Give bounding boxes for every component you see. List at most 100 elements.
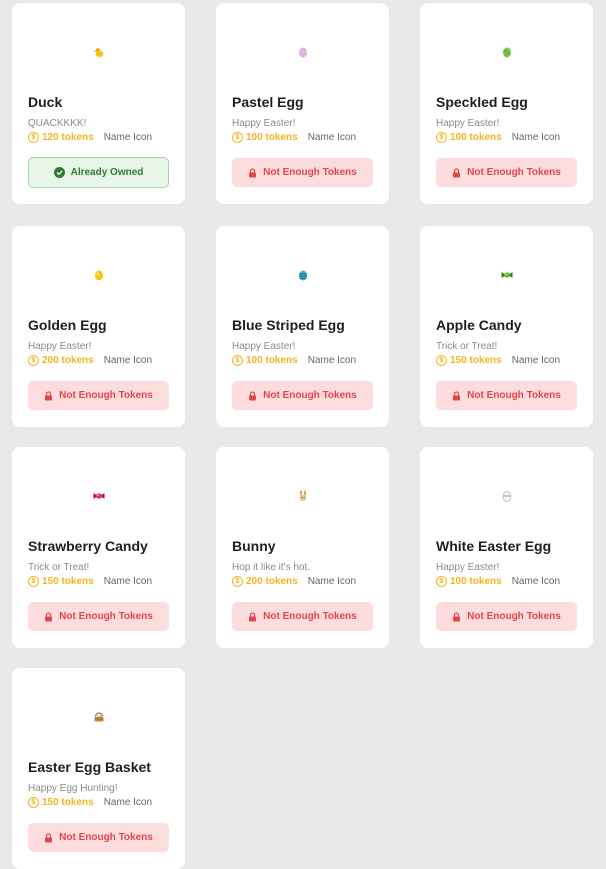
item-description: Happy Easter! <box>232 118 296 129</box>
bunny-icon <box>216 487 389 505</box>
item-meta: $ 150 tokens Name Icon <box>28 797 152 808</box>
speckled-egg-icon <box>420 43 593 61</box>
item-description: Happy Easter! <box>232 341 296 352</box>
coin-icon: $ <box>232 355 243 366</box>
item-meta: $ 150 tokens Name Icon <box>28 576 152 587</box>
item-title: Strawberry Candy <box>28 538 148 554</box>
coin-icon: $ <box>436 576 447 587</box>
not-enough-tokens-button[interactable]: Not Enough Tokens <box>436 158 577 187</box>
coin-icon: $ <box>232 132 243 143</box>
item-title: Golden Egg <box>28 317 107 333</box>
item-title: Blue Striped Egg <box>232 317 345 333</box>
coin-icon: $ <box>232 576 243 587</box>
lock-icon <box>453 611 461 621</box>
store-item-card: Golden Egg Happy Easter! $ 200 tokens Na… <box>12 226 185 427</box>
item-description: Trick or Treat! <box>436 341 498 352</box>
item-meta: $ 150 tokens Name Icon <box>436 355 560 366</box>
not-enough-tokens-button[interactable]: Not Enough Tokens <box>28 823 169 852</box>
item-title: White Easter Egg <box>436 538 552 554</box>
item-type-label: Name Icon <box>103 576 153 587</box>
item-price: 100 tokens <box>246 132 298 143</box>
coin-icon: $ <box>436 132 447 143</box>
coin-icon: $ <box>28 576 39 587</box>
not-enough-tokens-button[interactable]: Not Enough Tokens <box>232 602 373 631</box>
item-title: Apple Candy <box>436 317 522 333</box>
item-title: Duck <box>28 94 63 110</box>
lock-icon <box>249 390 257 400</box>
item-description: Trick or Treat! <box>28 562 90 573</box>
item-description: Happy Easter! <box>28 341 92 352</box>
golden-egg-icon <box>12 266 185 284</box>
item-price: 200 tokens <box>246 576 298 587</box>
item-meta: $ 120 tokens Name Icon <box>28 132 152 143</box>
item-type-label: Name Icon <box>511 576 561 587</box>
item-title: Speckled Egg <box>436 94 528 110</box>
duck-icon <box>12 43 185 61</box>
store-item-card: Apple Candy Trick or Treat! $ 150 tokens… <box>420 226 593 427</box>
strawberry-candy-icon <box>12 487 185 505</box>
item-type-label: Name Icon <box>511 132 561 143</box>
lock-icon <box>453 167 461 177</box>
button-label: Not Enough Tokens <box>59 390 153 401</box>
button-label: Not Enough Tokens <box>467 390 561 401</box>
button-label: Not Enough Tokens <box>263 167 357 178</box>
item-meta: $ 100 tokens Name Icon <box>436 576 560 587</box>
store-item-card: Speckled Egg Happy Easter! $ 100 tokens … <box>420 3 593 204</box>
not-enough-tokens-button[interactable]: Not Enough Tokens <box>436 381 577 410</box>
store-item-card: Duck QUACKKKK! $ 120 tokens Name Icon Al… <box>12 3 185 204</box>
item-description: QUACKKKK! <box>28 118 87 129</box>
lock-icon <box>45 611 53 621</box>
white-easter-egg-icon <box>420 487 593 505</box>
store-item-card: Easter Egg Basket Happy Egg Hunting! $ 1… <box>12 668 185 869</box>
not-enough-tokens-button[interactable]: Not Enough Tokens <box>232 158 373 187</box>
button-label: Not Enough Tokens <box>263 390 357 401</box>
not-enough-tokens-button[interactable]: Not Enough Tokens <box>28 381 169 410</box>
item-price: 150 tokens <box>450 355 502 366</box>
button-label: Not Enough Tokens <box>59 832 153 843</box>
item-meta: $ 100 tokens Name Icon <box>232 132 356 143</box>
item-price: 150 tokens <box>42 797 94 808</box>
not-enough-tokens-button[interactable]: Not Enough Tokens <box>436 602 577 631</box>
item-meta: $ 100 tokens Name Icon <box>232 355 356 366</box>
item-type-label: Name Icon <box>307 355 357 366</box>
item-meta: $ 100 tokens Name Icon <box>436 132 560 143</box>
item-title: Bunny <box>232 538 276 554</box>
easter-egg-basket-icon <box>12 708 185 726</box>
item-description: Happy Easter! <box>436 562 500 573</box>
button-label: Not Enough Tokens <box>59 611 153 622</box>
coin-icon: $ <box>28 132 39 143</box>
apple-candy-icon <box>420 266 593 284</box>
already-owned-button[interactable]: Already Owned <box>28 157 169 188</box>
lock-icon <box>453 390 461 400</box>
button-label: Not Enough Tokens <box>263 611 357 622</box>
item-title: Pastel Egg <box>232 94 304 110</box>
coin-icon: $ <box>28 797 39 808</box>
item-meta: $ 200 tokens Name Icon <box>28 355 152 366</box>
button-label: Not Enough Tokens <box>467 167 561 178</box>
blue-striped-egg-icon <box>216 266 389 284</box>
item-meta: $ 200 tokens Name Icon <box>232 576 356 587</box>
item-type-label: Name Icon <box>511 355 561 366</box>
not-enough-tokens-button[interactable]: Not Enough Tokens <box>232 381 373 410</box>
store-item-card: Strawberry Candy Trick or Treat! $ 150 t… <box>12 447 185 648</box>
button-label: Already Owned <box>70 167 144 178</box>
button-label: Not Enough Tokens <box>467 611 561 622</box>
item-price: 100 tokens <box>450 576 502 587</box>
item-type-label: Name Icon <box>307 132 357 143</box>
pastel-egg-icon <box>216 43 389 61</box>
lock-icon <box>249 611 257 621</box>
store-item-card: White Easter Egg Happy Easter! $ 100 tok… <box>420 447 593 648</box>
store-item-card: Blue Striped Egg Happy Easter! $ 100 tok… <box>216 226 389 427</box>
lock-icon <box>45 832 53 842</box>
lock-icon <box>45 390 53 400</box>
not-enough-tokens-button[interactable]: Not Enough Tokens <box>28 602 169 631</box>
item-type-label: Name Icon <box>103 355 153 366</box>
store-item-card: Pastel Egg Happy Easter! $ 100 tokens Na… <box>216 3 389 204</box>
item-description: Happy Egg Hunting! <box>28 783 118 794</box>
item-description: Happy Easter! <box>436 118 500 129</box>
coin-icon: $ <box>436 355 447 366</box>
coin-icon: $ <box>28 355 39 366</box>
item-type-label: Name Icon <box>103 132 153 143</box>
store-item-card: Bunny Hop it like it's hot. $ 200 tokens… <box>216 447 389 648</box>
lock-icon <box>249 167 257 177</box>
